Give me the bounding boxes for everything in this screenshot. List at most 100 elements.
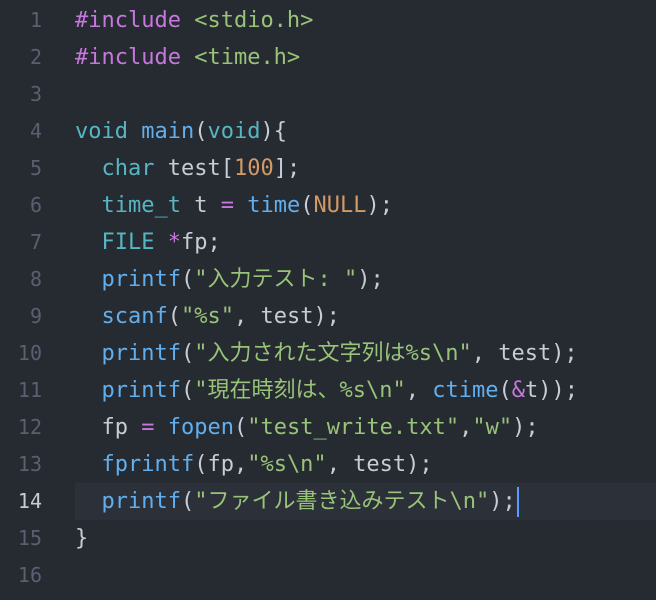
code-token: printf	[101, 267, 181, 292]
code-token: "現在時刻は、%s\n"	[194, 378, 406, 403]
code-text[interactable]: time_t t = time(NULL);	[75, 187, 656, 224]
code-line[interactable]: 6 time_t t = time(NULL);	[0, 187, 656, 224]
code-token: "入力テスト: "	[194, 267, 358, 292]
code-text[interactable]: char test[100];	[75, 150, 656, 187]
code-token: (	[180, 489, 195, 514]
code-line[interactable]: 5 char test[100];	[0, 150, 656, 187]
code-token: void	[207, 119, 261, 144]
code-token: (	[167, 304, 181, 329]
text-cursor	[516, 487, 519, 517]
code-token: NULL	[313, 193, 367, 218]
code-token: FILE	[101, 230, 155, 255]
code-editor[interactable]: 1 #include <stdio.h> 2 #include <time.h> 3 4 v…	[0, 0, 656, 600]
code-text[interactable]: void main(void){	[75, 113, 656, 150]
code-token: main	[141, 119, 195, 144]
code-text[interactable]: fp = fopen("test_write.txt","w");	[75, 409, 656, 446]
code-text[interactable]: printf("入力された文字列は%s\n", test);	[75, 335, 656, 372]
code-text[interactable]: scanf("%s", test);	[75, 298, 656, 335]
code-token: );	[512, 415, 539, 440]
code-token: }	[75, 526, 89, 551]
code-text[interactable]: printf("ファイル書き込みテスト\n");	[75, 483, 656, 520]
code-token: =	[141, 415, 155, 440]
code-token: t	[180, 193, 221, 218]
code-line[interactable]: 10 printf("入力された文字列は%s\n", test);	[0, 335, 656, 372]
code-token: "%s"	[180, 304, 234, 329]
code-token: scanf	[101, 304, 168, 329]
code-token: fp	[75, 415, 142, 440]
code-token: "%s\n"	[247, 452, 327, 477]
code-text[interactable]: #include <stdio.h>	[75, 2, 656, 39]
code-line[interactable]: 4 void main(void){	[0, 113, 656, 150]
line-number: 13	[17, 452, 42, 476]
code-token: fopen	[167, 415, 234, 440]
code-line[interactable]: 12 fp = fopen("test_write.txt","w");	[0, 409, 656, 446]
code-token: ,	[405, 378, 433, 403]
code-token: ,	[459, 415, 473, 440]
code-line[interactable]: 16	[0, 557, 656, 594]
code-token: (	[233, 415, 248, 440]
code-token: t));	[524, 378, 578, 403]
code-token: );	[366, 193, 393, 218]
line-number: 2	[29, 45, 42, 69]
code-token: #include	[75, 45, 181, 70]
code-token: printf	[101, 489, 181, 514]
code-text[interactable]: FILE *fp;	[75, 224, 656, 261]
code-token: <time.h>	[180, 45, 301, 70]
code-token: printf	[101, 341, 181, 366]
code-token: (	[180, 267, 195, 292]
code-token: );	[357, 267, 384, 292]
code-text[interactable]	[75, 557, 656, 594]
code-token: (fp,	[194, 452, 248, 477]
code-text[interactable]: }	[75, 520, 656, 557]
code-line[interactable]: 1 #include <stdio.h>	[0, 2, 656, 39]
line-number: 4	[29, 119, 42, 143]
line-number: 15	[17, 526, 42, 550]
code-line[interactable]: 7 FILE *fp;	[0, 224, 656, 261]
code-token: fprintf	[101, 452, 195, 477]
code-token: (	[180, 341, 195, 366]
code-line[interactable]: 11 printf("現在時刻は、%s\n", ctime(&t));	[0, 372, 656, 409]
code-token: *	[167, 230, 181, 255]
code-line[interactable]: 15}	[0, 520, 656, 557]
code-token: );	[489, 489, 516, 514]
code-token: 100	[233, 156, 274, 181]
line-number: 7	[29, 230, 42, 254]
line-number: 1	[29, 8, 42, 32]
code-token: (	[194, 119, 208, 144]
line-number: 10	[17, 341, 42, 365]
code-token: =	[220, 193, 234, 218]
code-token: , test);	[471, 341, 578, 366]
line-number: 11	[17, 378, 42, 402]
code-text[interactable]: fprintf(fp,"%s\n", test);	[75, 446, 656, 483]
code-token: "test_write.txt"	[247, 415, 460, 440]
code-text[interactable]	[75, 76, 656, 113]
code-text[interactable]: #include <time.h>	[75, 39, 656, 76]
code-line[interactable]: 14 printf("ファイル書き込みテスト\n");	[0, 483, 656, 520]
line-number: 6	[29, 193, 42, 217]
code-token: time	[247, 193, 301, 218]
code-line[interactable]: 9 scanf("%s", test);	[0, 298, 656, 335]
code-line[interactable]: 3	[0, 76, 656, 113]
code-line[interactable]: 2 #include <time.h>	[0, 39, 656, 76]
code-token: char	[101, 156, 155, 181]
code-text[interactable]: printf("現在時刻は、%s\n", ctime(&t));	[75, 372, 656, 409]
line-number: 3	[29, 82, 42, 106]
line-number: 9	[29, 304, 42, 328]
code-token: (	[300, 193, 314, 218]
code-token: ctime	[432, 378, 499, 403]
code-token: <stdio.h>	[180, 8, 314, 33]
code-line[interactable]: 8 printf("入力テスト: ");	[0, 261, 656, 298]
code-line[interactable]: 13 fprintf(fp,"%s\n", test);	[0, 446, 656, 483]
line-number: 8	[29, 267, 42, 291]
code-text[interactable]: printf("入力テスト: ");	[75, 261, 656, 298]
